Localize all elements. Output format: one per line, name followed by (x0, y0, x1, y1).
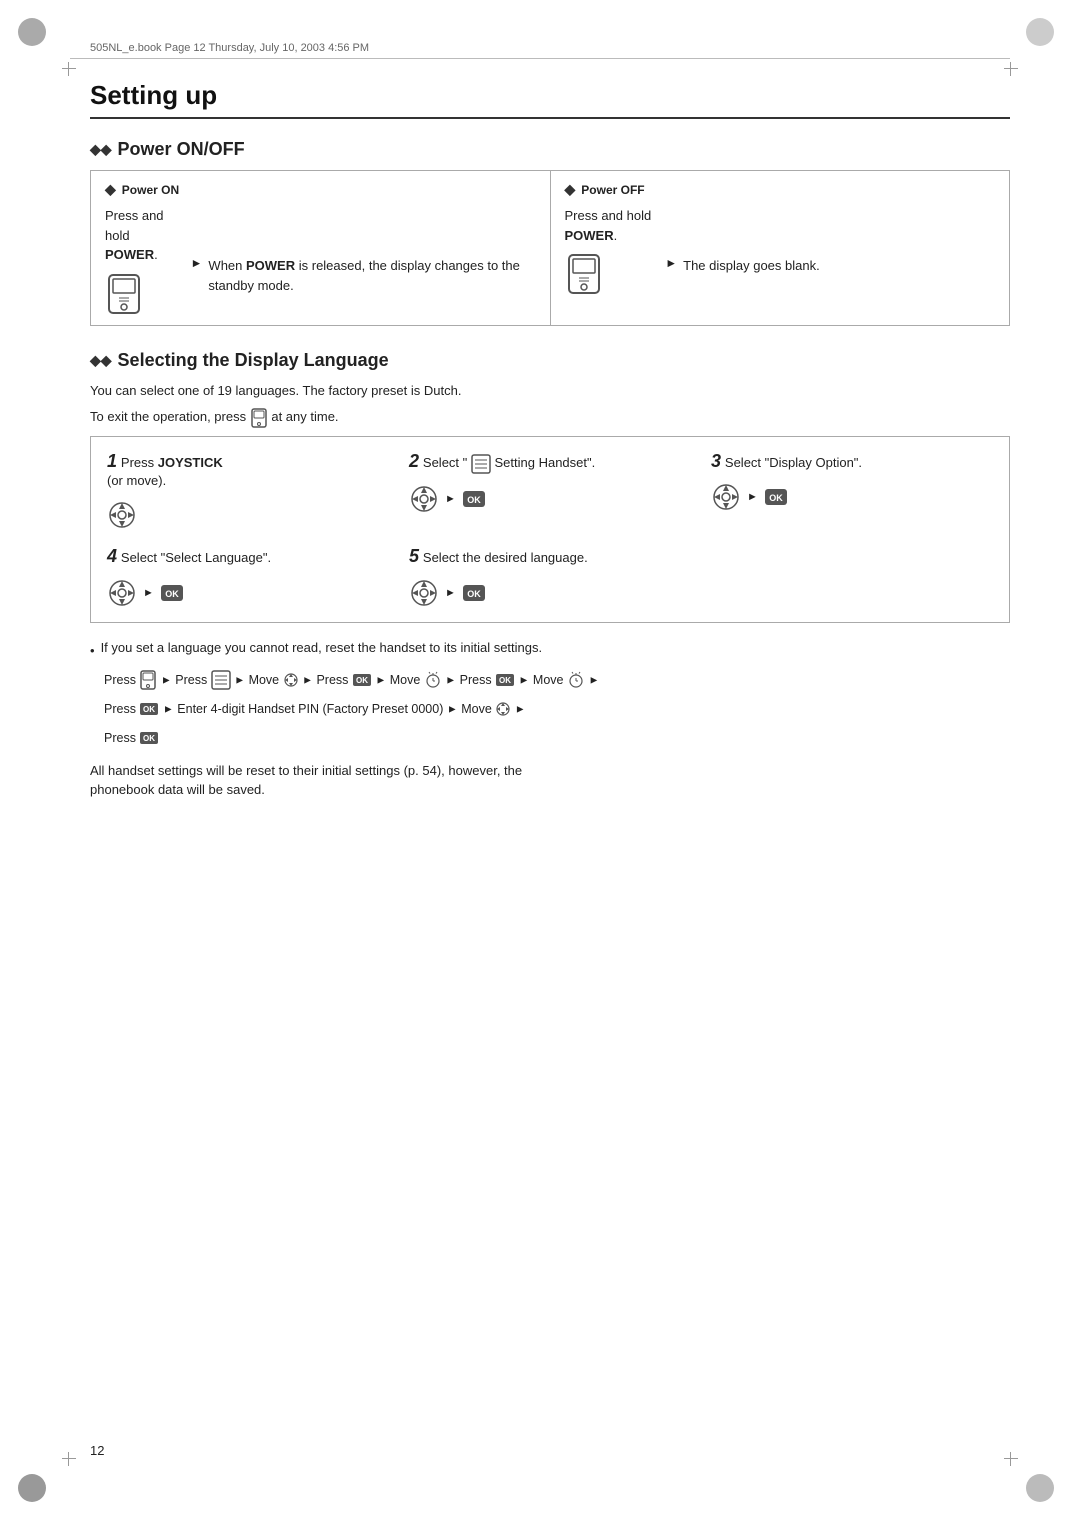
joystick-icon-1 (107, 500, 137, 530)
seq-ok-2: OK (495, 673, 515, 687)
corner-decoration-tr (1026, 18, 1062, 54)
reset-sequence-3: Press OK (90, 726, 1010, 751)
exit-phone-icon (250, 408, 268, 428)
step-1: 1 Press JOYSTICK(or move). (107, 451, 389, 530)
step-4-label: 4 Select "Select Language". (107, 546, 389, 567)
seq-ok-4: OK (139, 731, 159, 745)
file-info: 505NL_e.book Page 12 Thursday, July 10, … (90, 42, 369, 54)
ok-btn-4: OK (160, 584, 184, 602)
cross-mark-tl (62, 62, 76, 76)
joystick-icon-4 (107, 578, 137, 608)
lang-desc2: To exit the operation, press at any time… (90, 407, 1010, 428)
svg-text:OK: OK (499, 676, 511, 685)
step-4-icon-row: ► OK (107, 578, 389, 608)
seq-joystick-2 (495, 701, 511, 717)
step-5-icon-row: ► OK (409, 578, 691, 608)
corner-decoration-tl (18, 18, 54, 54)
svg-text:OK: OK (467, 589, 481, 599)
step-3-icon-row: ► OK (711, 482, 993, 512)
diamond-small-1: ◆ (105, 181, 116, 198)
ok-btn-3: OK (764, 488, 788, 506)
svg-text:OK: OK (143, 734, 155, 743)
power-on-text2: When POWER is released, the display chan… (208, 256, 535, 295)
cross-mark-tr (1004, 62, 1018, 76)
step-empty (711, 546, 993, 607)
step-1-icon-row (107, 500, 389, 530)
diamond-icon-1: ◆◆ (90, 141, 112, 158)
power-off-phone-icon (565, 253, 603, 295)
step-5: 5 Select the desired language. ► (409, 546, 691, 607)
seq-alarm-2 (567, 671, 585, 689)
arrow-step4: ► (143, 587, 154, 599)
step-3-label: 3 Select "Display Option". (711, 451, 993, 472)
reset-bullet: • If you set a language you cannot read,… (90, 637, 1010, 662)
power-section-header: ◆◆ Power ON/OFF (90, 139, 1010, 160)
all-reset-note: All handset settings will be reset to th… (90, 761, 1010, 800)
power-on-subtitle: ◆ Power ON (105, 181, 536, 198)
reset-note-text: If you set a language you cannot read, r… (101, 637, 543, 659)
power-on-panel: ◆ Power ON Press and holdPOWER. (91, 171, 551, 325)
corner-decoration-bl (18, 1474, 54, 1510)
arrow-step5: ► (445, 587, 456, 599)
seq-phone-1 (139, 670, 157, 690)
power-on-phone-icon (105, 273, 143, 315)
arrow-bullet-2: ► (665, 256, 677, 270)
svg-text:OK: OK (356, 676, 368, 685)
joystick-icon-5 (409, 578, 439, 608)
bullet-dot: • (90, 640, 95, 662)
steps-row-2: 4 Select "Select Language". ► (107, 546, 993, 607)
reset-sequence-2: Press OK ► Enter 4-digit Handset PIN (Fa… (90, 697, 1010, 722)
all-reset-note-line2: phonebook data will be saved. (90, 780, 1010, 800)
seq-ok-3: OK (139, 702, 159, 716)
corner-decoration-br (1026, 1474, 1062, 1510)
svg-text:OK: OK (143, 705, 155, 714)
step-4: 4 Select "Select Language". ► (107, 546, 389, 607)
power-off-subtitle: ◆ Power OFF (565, 181, 996, 198)
power-on-text1: Press and holdPOWER. (105, 206, 177, 265)
cross-mark-br (1004, 1452, 1018, 1466)
power-on-off-box: ◆ Power ON Press and holdPOWER. (90, 170, 1010, 326)
svg-text:OK: OK (165, 589, 179, 599)
steps-row-1: 1 Press JOYSTICK(or move). (107, 451, 993, 530)
main-content: Setting up ◆◆ Power ON/OFF ◆ Power ON Pr… (90, 80, 1010, 800)
power-on-content: Press and holdPOWER. ► When POWER is rel (105, 206, 536, 315)
step-2: 2 Select " Setting Handset". (409, 451, 691, 530)
arrow-step2: ► (445, 493, 456, 505)
header-rule (70, 58, 1010, 59)
ok-btn-5: OK (462, 584, 486, 602)
seq-alarm-1 (424, 671, 442, 689)
joystick-icon-2 (409, 484, 439, 514)
step-1-label: 1 Press JOYSTICK(or move). (107, 451, 389, 490)
all-reset-note-line1: All handset settings will be reset to th… (90, 761, 1010, 781)
svg-text:OK: OK (467, 495, 481, 505)
cross-mark-bl (62, 1452, 76, 1466)
lang-section-header: ◆◆ Selecting the Display Language (90, 350, 1010, 371)
step-3: 3 Select "Display Option". ► (711, 451, 993, 530)
page-title: Setting up (90, 80, 1010, 119)
power-off-text1: Press and holdPOWER. (565, 206, 652, 245)
lang-desc1: You can select one of 19 languages. The … (90, 381, 1010, 402)
joystick-icon-3 (711, 482, 741, 512)
power-off-panel: ◆ Power OFF Press and holdPOWER. (551, 171, 1010, 325)
page-number: 12 (90, 1443, 104, 1458)
seq-menu-1 (211, 670, 231, 690)
svg-text:OK: OK (769, 493, 783, 503)
power-off-text2: The display goes blank. (683, 256, 820, 276)
power-off-content: Press and holdPOWER. ► The display goes … (565, 206, 996, 295)
ok-btn-2: OK (462, 490, 486, 508)
menu-icon-step2 (471, 454, 491, 474)
seq-ok-1: OK (352, 673, 372, 687)
steps-box: 1 Press JOYSTICK(or move). (90, 436, 1010, 623)
diamond-small-2: ◆ (565, 181, 576, 198)
arrow-step3: ► (747, 491, 758, 503)
reset-section: • If you set a language you cannot read,… (90, 637, 1010, 800)
reset-sequence-1: Press ► Press ► Move (90, 668, 1010, 693)
step-2-icon-row: ► OK (409, 484, 691, 514)
arrow-bullet-1: ► (191, 256, 203, 270)
step-5-label: 5 Select the desired language. (409, 546, 691, 567)
step-2-label: 2 Select " Setting Handset". (409, 451, 691, 474)
seq-joystick-1 (283, 672, 299, 688)
diamond-icon-2: ◆◆ (90, 352, 112, 369)
